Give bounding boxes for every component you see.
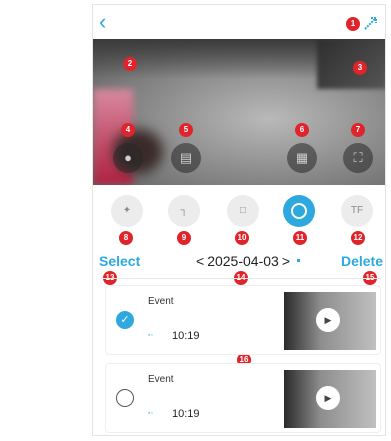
- motion-icon: ▪▫: [148, 332, 153, 339]
- marker-11: 11: [293, 231, 307, 245]
- app-frame: ‹ ● ▤ ▦ ⛶ ✦ ┐ □ TF 1 2 3 4 5 6 7 8 9 10 …: [92, 4, 386, 436]
- figure-button[interactable]: □: [227, 195, 259, 227]
- marker-6: 6: [295, 123, 309, 137]
- frame-button[interactable]: ┐: [168, 195, 200, 227]
- marker-2: 2: [123, 57, 137, 71]
- marker-1: 1: [346, 17, 360, 31]
- marker-12: 12: [351, 231, 365, 245]
- record-icon: ●: [124, 150, 132, 165]
- event-time: 10:19: [172, 330, 200, 342]
- screenshot-button[interactable]: ▤: [171, 143, 201, 173]
- top-bar: ‹: [93, 5, 385, 39]
- tf-card-button[interactable]: TF: [341, 195, 373, 227]
- next-date-button[interactable]: >: [279, 253, 293, 269]
- circle-button[interactable]: [283, 195, 315, 227]
- tf-card-icon: TF: [350, 205, 364, 216]
- play-icon[interactable]: ▶: [316, 386, 340, 410]
- circle-icon: [291, 203, 307, 219]
- event-time: 10:19: [172, 408, 200, 420]
- marker-7: 7: [351, 123, 365, 137]
- select-bar: Select <2025-04-03 > Delete: [93, 251, 385, 273]
- date-label[interactable]: 2025-04-03: [207, 253, 279, 269]
- select-button[interactable]: Select: [99, 253, 140, 269]
- event-title: Event: [148, 296, 174, 307]
- prev-date-button[interactable]: <: [193, 253, 207, 269]
- marker-8: 8: [119, 231, 133, 245]
- checkbox-unchecked[interactable]: [116, 389, 134, 407]
- sparkle-icon: ✦: [122, 205, 132, 216]
- date-navigator: <2025-04-03 >: [193, 253, 293, 269]
- marker-4: 4: [121, 123, 135, 137]
- record-button[interactable]: ●: [113, 143, 143, 173]
- video-player[interactable]: ● ▤ ▦ ⛶: [93, 39, 385, 185]
- event-thumbnail[interactable]: ▶: [284, 370, 376, 428]
- expand-icon[interactable]: [361, 13, 381, 33]
- event-thumbnail[interactable]: ▶: [284, 292, 376, 350]
- indicator-dot: [297, 259, 300, 262]
- sparkle-button[interactable]: ✦: [111, 195, 143, 227]
- tool-bar: ✦ ┐ □ TF: [93, 191, 385, 231]
- motion-icon: ▪▫: [148, 410, 153, 417]
- play-icon[interactable]: ▶: [316, 308, 340, 332]
- multi-view-button[interactable]: ▦: [287, 143, 317, 173]
- fullscreen-icon: ⛶: [353, 150, 363, 165]
- figure-icon: □: [239, 205, 247, 216]
- chevron-left-icon[interactable]: ‹: [99, 9, 125, 35]
- delete-button[interactable]: Delete: [341, 253, 383, 269]
- fullscreen-button[interactable]: ⛶: [343, 143, 373, 173]
- grid-icon: ▦: [295, 150, 309, 165]
- checkbox-checked[interactable]: ✓: [116, 311, 134, 329]
- marker-9: 9: [177, 231, 191, 245]
- marker-10: 10: [235, 231, 249, 245]
- marker-3: 3: [353, 61, 367, 75]
- event-title: Event: [148, 374, 174, 385]
- event-card[interactable]: Event ▪▫ 10:19 ▶: [105, 363, 381, 433]
- event-card[interactable]: ✓ Event ▪▫ 10:19 ▶: [105, 285, 381, 355]
- marker-5: 5: [179, 123, 193, 137]
- frame-icon: ┐: [180, 205, 188, 216]
- divider: [103, 278, 381, 279]
- camera-icon: ▤: [179, 150, 193, 165]
